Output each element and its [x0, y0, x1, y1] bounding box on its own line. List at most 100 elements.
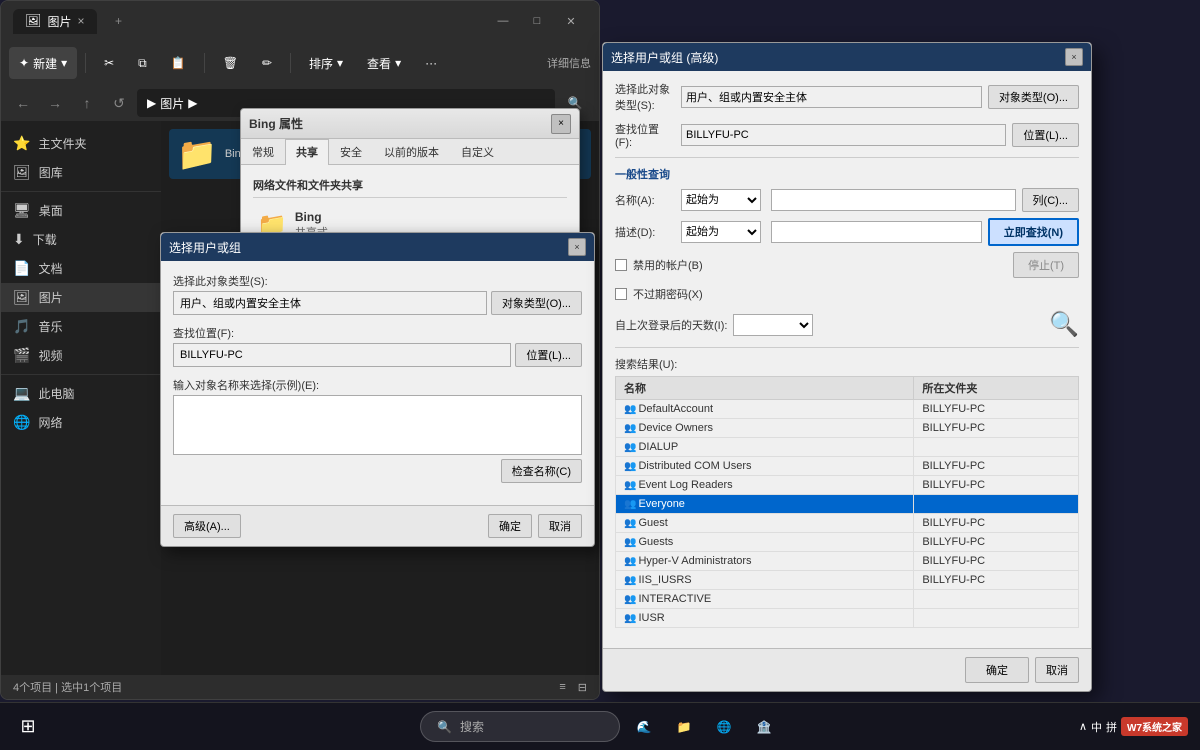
maximize-button[interactable]: □	[521, 9, 553, 33]
sidebar-item-gallery[interactable]: 🖼 图库	[1, 158, 161, 187]
days-select[interactable]	[733, 314, 813, 336]
table-row[interactable]: 👥Everyone	[616, 495, 1079, 514]
table-row[interactable]: 👥INTERACTIVE	[616, 590, 1079, 609]
adv-object-type-section: 选择此对象类型(S): 对象类型(O)...	[615, 81, 1079, 113]
tab-general[interactable]: 常规	[241, 139, 285, 164]
table-row[interactable]: 👥Distributed COM UsersBILLYFU-PC	[616, 457, 1079, 476]
cut-button[interactable]: ✂	[94, 47, 124, 79]
sidebar-item-downloads[interactable]: ⬇ 下载	[1, 225, 161, 254]
detail-toggle[interactable]: ⊟	[578, 681, 587, 694]
taskbar-icon-store[interactable]: 🏦	[748, 711, 780, 743]
table-row[interactable]: 👥Device OwnersBILLYFU-PC	[616, 419, 1079, 438]
taskbar: ⊞ 🔍 搜索 🌊 📁 🌐 🏦 ∧ 中 拼 W7系统之家	[0, 702, 1200, 750]
table-row[interactable]: 👥IUSR	[616, 609, 1079, 628]
tab-previous-versions[interactable]: 以前的版本	[373, 139, 450, 164]
taskbar-icon-wave[interactable]: 🌊	[628, 711, 660, 743]
disabled-accounts-checkbox[interactable]	[615, 259, 627, 271]
adv-type-input[interactable]	[681, 86, 982, 108]
ime-zh[interactable]: 中	[1091, 719, 1102, 735]
advanced-cancel-button[interactable]: 取消	[1035, 657, 1079, 683]
view-button[interactable]: 查看 ▾	[357, 47, 411, 79]
sidebar-item-home[interactable]: ⭐ 主文件夹	[1, 129, 161, 158]
name-textarea[interactable]	[173, 395, 582, 455]
tab-close-icon[interactable]: ×	[78, 14, 85, 28]
copy-button[interactable]: ⧉	[128, 47, 157, 79]
select-user-ok[interactable]: 确定	[488, 514, 532, 538]
adv-type-button[interactable]: 对象类型(O)...	[988, 85, 1079, 109]
advanced-ok-button[interactable]: 确定	[965, 657, 1029, 683]
tab-sharing[interactable]: 共享	[285, 139, 329, 165]
name-filter-input[interactable]	[771, 189, 1016, 211]
select-user-body: 选择此对象类型(S): 对象类型(O)... 查找位置(F): 位置(L)...…	[161, 261, 594, 505]
explorer-toolbar: ✦新建▾ ✂ ⧉ 📋 🗑 ✏ 排序 ▾ 查看 ▾ ··· 详细信息	[1, 41, 599, 85]
advanced-footer: 确定 取消	[603, 648, 1091, 691]
more-button[interactable]: ···	[415, 47, 447, 79]
sidebar-item-pictures[interactable]: 🖼 图片	[1, 283, 161, 312]
noexpire-checkbox[interactable]	[615, 288, 627, 300]
home-icon: ⭐	[13, 135, 30, 152]
paste-button[interactable]: 📋	[161, 47, 196, 79]
select-user-cancel[interactable]: 取消	[538, 514, 582, 538]
days-label: 自上次登录后的天数(I):	[615, 317, 727, 333]
up-button[interactable]: ↑	[73, 89, 101, 117]
tab-customize[interactable]: 自定义	[450, 139, 505, 164]
forward-button[interactable]: →	[41, 89, 69, 117]
table-row[interactable]: 👥GuestsBILLYFU-PC	[616, 533, 1079, 552]
back-button[interactable]: ←	[9, 89, 37, 117]
details-panel-button[interactable]: 详细信息	[547, 55, 591, 71]
sidebar-item-music[interactable]: 🎵 音乐	[1, 312, 161, 341]
tab-security[interactable]: 安全	[329, 139, 373, 164]
sidebar-item-desktop[interactable]: 🖥 桌面	[1, 196, 161, 225]
taskbar-search-box[interactable]: 🔍 搜索	[420, 711, 620, 742]
search-results-section: 搜索结果(U): 名称 所在文件夹 👥DefaultAccountBILLYFU…	[615, 356, 1079, 628]
object-type-row: 选择此对象类型(S): 对象类型(O)...	[173, 273, 582, 315]
advanced-button[interactable]: 高级(A)...	[173, 514, 241, 538]
view-toggle[interactable]: ≡	[559, 681, 565, 693]
table-row[interactable]: 👥GuestBILLYFU-PC	[616, 514, 1079, 533]
table-row[interactable]: 👥IIS_IUSRSBILLYFU-PC	[616, 571, 1079, 590]
table-row[interactable]: 👥Hyper-V AdministratorsBILLYFU-PC	[616, 552, 1079, 571]
up-arrow-icon[interactable]: ∧	[1079, 720, 1087, 733]
sidebar-item-network[interactable]: 🌐 网络	[1, 408, 161, 437]
column-button[interactable]: 列(C)...	[1022, 188, 1079, 212]
select-user-titlebar: 选择用户或组 ×	[161, 233, 594, 261]
sort-button[interactable]: 排序 ▾	[299, 47, 353, 79]
object-type-button[interactable]: 对象类型(O)...	[491, 291, 582, 315]
table-row[interactable]: 👥DefaultAccountBILLYFU-PC	[616, 400, 1079, 419]
explorer-tab[interactable]: 🖼 图片 ×	[13, 9, 97, 34]
rename-button[interactable]: ✏	[252, 47, 282, 79]
name-filter-select[interactable]: 起始为	[681, 189, 761, 211]
adv-location-button[interactable]: 位置(L)...	[1012, 123, 1079, 147]
close-button[interactable]: ✕	[555, 9, 587, 33]
stop-button[interactable]: 停止(T)	[1013, 252, 1079, 278]
object-type-input[interactable]	[173, 291, 487, 315]
table-row[interactable]: 👥DIALUP	[616, 438, 1079, 457]
table-row[interactable]: 👥Event Log ReadersBILLYFU-PC	[616, 476, 1079, 495]
adv-location-input[interactable]	[681, 124, 1006, 146]
taskbar-icon-folder[interactable]: 📁	[668, 711, 700, 743]
advanced-close[interactable]: ×	[1065, 48, 1083, 66]
refresh-button[interactable]: ↺	[105, 89, 133, 117]
sidebar-item-thispc[interactable]: 💻 此电脑	[1, 379, 161, 408]
minimize-button[interactable]: —	[487, 9, 519, 33]
toolbar-separator3	[290, 53, 291, 73]
find-now-button[interactable]: 立即查找(N)	[988, 218, 1079, 246]
select-user-close[interactable]: ×	[568, 238, 586, 256]
check-names-button[interactable]: 检查名称(C)	[501, 459, 582, 483]
location-input[interactable]	[173, 343, 511, 367]
results-label: 搜索结果(U):	[615, 356, 1079, 372]
desc-filter-select[interactable]: 起始为	[681, 221, 761, 243]
bing-dialog-close[interactable]: ×	[551, 114, 571, 134]
desc-filter-input[interactable]	[771, 221, 982, 243]
tab-new-button[interactable]: +	[105, 7, 133, 35]
new-button[interactable]: ✦新建▾	[9, 47, 77, 79]
ime-pinyin[interactable]: 拼	[1106, 719, 1117, 735]
adv-type-label: 选择此对象类型(S):	[615, 81, 675, 113]
start-button[interactable]: ⊞	[8, 707, 48, 747]
taskbar-icon-browser[interactable]: 🌐	[708, 711, 740, 743]
location-button[interactable]: 位置(L)...	[515, 343, 582, 367]
delete-button[interactable]: 🗑	[213, 47, 248, 79]
thispc-icon: 💻	[13, 385, 30, 402]
sidebar-item-documents[interactable]: 📄 文档	[1, 254, 161, 283]
sidebar-item-videos[interactable]: 🎬 视频	[1, 341, 161, 370]
